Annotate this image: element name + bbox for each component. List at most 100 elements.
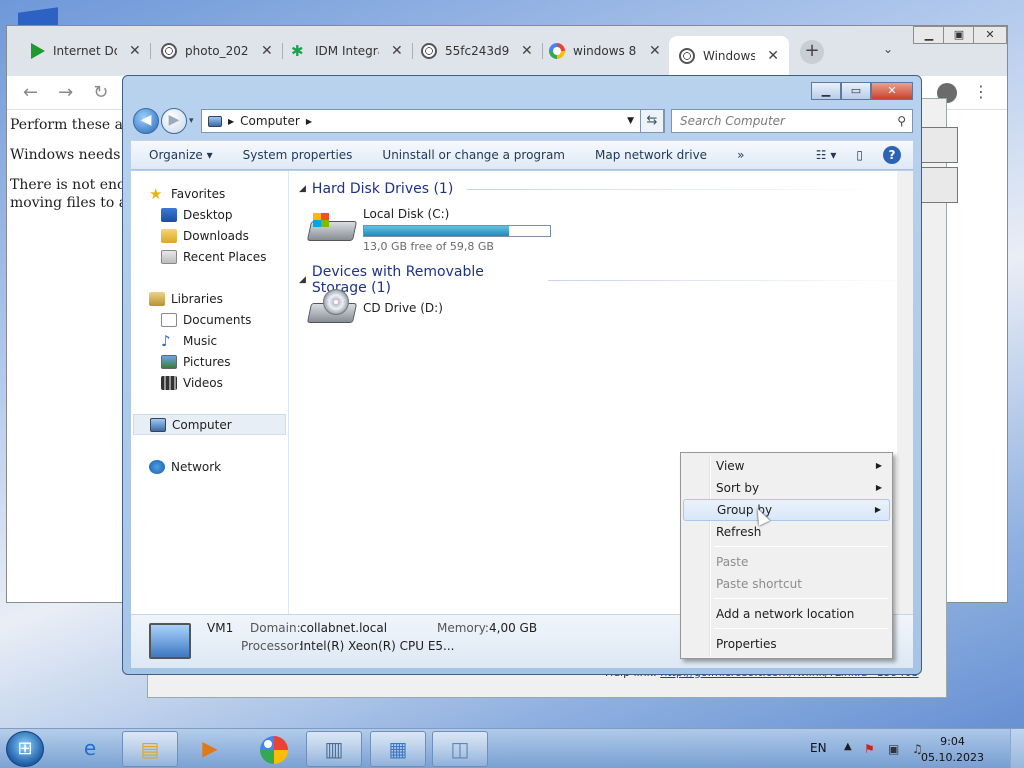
system-properties-button[interactable]: System properties <box>243 148 353 162</box>
dialog-button[interactable] <box>918 167 958 203</box>
computer-icon <box>208 115 222 127</box>
tab-idm-integration[interactable]: ✱ IDM Integra ✕ <box>281 36 413 66</box>
computer-icon <box>150 417 166 432</box>
nav-network[interactable]: Network <box>131 456 288 477</box>
menu-item-properties[interactable]: Properties <box>683 633 890 655</box>
file-explorer-icon[interactable]: ▤ <box>122 731 178 767</box>
menu-item-paste: Paste <box>716 555 749 569</box>
minimize-icon[interactable]: ▁ <box>811 82 841 100</box>
start-button[interactable]: ⊞ <box>6 731 44 767</box>
menu-item-sort-by[interactable]: Sort by ▶ <box>683 477 890 499</box>
nav-pictures[interactable]: Pictures <box>131 351 288 372</box>
address-bar[interactable]: ▶ Computer ▶ ▼ <box>201 109 665 133</box>
libraries-icon <box>149 291 165 306</box>
google-icon <box>549 43 565 59</box>
close-icon[interactable]: ✕ <box>261 43 273 59</box>
videos-icon <box>161 375 177 390</box>
maximize-icon[interactable]: ▣ <box>943 26 975 44</box>
navigation-pane: ★ Favorites Desktop Downloads Recent Plac… <box>131 171 289 614</box>
address-dropdown-icon[interactable]: ▼ <box>627 116 634 126</box>
media-player-icon[interactable]: ▶ <box>182 731 238 767</box>
idm-icon: ✱ <box>291 42 304 60</box>
nav-computer[interactable]: Computer <box>133 414 286 435</box>
chrome-icon[interactable] <box>246 731 302 767</box>
nav-label: Network <box>171 459 222 474</box>
language-indicator[interactable]: EN <box>810 741 827 755</box>
install-package-icon[interactable]: ▥ <box>306 731 362 767</box>
menu-item-group-by[interactable]: Group by ▶ <box>683 499 890 521</box>
search-icon[interactable]: ⚲ <box>897 110 906 132</box>
breadcrumb-arrow-icon[interactable]: ▶ <box>228 117 234 126</box>
back-arrow-icon[interactable]: ← <box>23 82 38 103</box>
preview-pane-icon[interactable]: ▯ <box>856 148 863 162</box>
recent-pages-dropdown[interactable]: ▾ <box>189 116 194 126</box>
nav-recent-places[interactable]: Recent Places <box>131 246 288 267</box>
close-icon[interactable]: ✕ <box>871 82 913 100</box>
tab-photo[interactable]: photo_2023 ✕ <box>151 36 283 66</box>
map-network-drive-button[interactable]: Map network drive <box>595 148 707 162</box>
nav-favorites[interactable]: ★ Favorites <box>131 183 288 204</box>
nav-label: Pictures <box>183 354 231 369</box>
help-icon[interactable]: ? <box>883 146 901 164</box>
minimize-icon[interactable]: ▁ <box>913 26 945 44</box>
collapse-triangle-icon[interactable]: ◢ <box>299 275 306 285</box>
nav-videos[interactable]: Videos <box>131 372 288 393</box>
search-input[interactable]: Search Computer ⚲ <box>671 109 913 133</box>
close-icon[interactable]: ✕ <box>767 48 779 64</box>
action-center-icon[interactable]: ⚑ <box>864 742 878 756</box>
menu-item-refresh[interactable]: Refresh <box>683 521 890 543</box>
group-hard-disk-drives[interactable]: ◢ Hard Disk Drives (1) <box>299 181 888 197</box>
close-icon[interactable]: ✕ <box>129 43 141 59</box>
breadcrumb-computer[interactable]: Computer <box>240 114 300 128</box>
nav-label: Computer <box>172 417 232 432</box>
control-panel-icon[interactable]: ▦ <box>370 731 426 767</box>
tab-google-windows8[interactable]: windows 8 ✕ <box>539 36 671 66</box>
tab-windows-in[interactable]: Windows In ✕ <box>669 36 789 76</box>
group-header-label: Hard Disk Drives (1) <box>311 181 454 197</box>
reload-icon[interactable]: ↻ <box>93 82 108 103</box>
menu-kebab-icon[interactable]: ⋮ <box>973 82 989 101</box>
dialog-button[interactable] <box>918 127 958 163</box>
nav-music[interactable]: ♪ Music <box>131 330 288 351</box>
uninstall-program-button[interactable]: Uninstall or change a program <box>382 148 565 162</box>
close-icon[interactable]: ✕ <box>649 43 661 59</box>
tab-55fc[interactable]: 55fc243d9c ✕ <box>411 36 543 66</box>
forward-button[interactable]: ▶ <box>161 108 187 134</box>
vertical-scrollbar[interactable] <box>897 171 913 614</box>
menu-item-add-network-location[interactable]: Add a network location <box>683 603 890 625</box>
show-desktop-button[interactable] <box>1010 729 1024 768</box>
menu-item-view[interactable]: View ▶ <box>683 455 890 477</box>
more-commands-button[interactable]: » <box>737 148 744 162</box>
recent-places-icon <box>161 249 177 264</box>
close-icon[interactable]: ✕ <box>391 43 403 59</box>
show-hidden-icons[interactable]: ▲ <box>844 741 852 752</box>
nav-documents[interactable]: Documents <box>131 309 288 330</box>
nav-libraries[interactable]: Libraries <box>131 288 288 309</box>
drive-name: CD Drive (D:) <box>363 301 443 315</box>
forward-arrow-icon[interactable]: → <box>58 82 73 103</box>
breadcrumb-arrow-icon[interactable]: ▶ <box>306 117 312 126</box>
refresh-button[interactable]: ⇆ <box>640 109 664 133</box>
drive-cd-d[interactable]: CD Drive (D:) <box>306 289 443 327</box>
new-tab-button[interactable]: + <box>800 40 824 64</box>
disk-cleanup-icon[interactable]: ◫ <box>432 731 488 767</box>
close-icon[interactable]: ✕ <box>521 43 533 59</box>
change-view-icon[interactable]: ☷ ▾ <box>816 148 837 162</box>
close-window-icon[interactable]: ✕ <box>973 26 1007 44</box>
tab-internet-download[interactable]: Internet Do ✕ <box>21 36 151 66</box>
collapse-triangle-icon[interactable]: ◢ <box>299 184 306 194</box>
nav-downloads[interactable]: Downloads <box>131 225 288 246</box>
maximize-icon[interactable]: ▭ <box>841 82 871 100</box>
drive-name: Local Disk (C:) <box>363 207 450 221</box>
computer-name: VM1 <box>207 621 234 635</box>
tab-label: Windows In <box>703 49 756 63</box>
clock[interactable]: 9:04 05.10.2023 <box>921 734 984 766</box>
globe-icon <box>161 43 177 59</box>
chevron-down-icon[interactable]: ⌄ <box>883 42 893 56</box>
nav-desktop[interactable]: Desktop <box>131 204 288 225</box>
back-button[interactable]: ◀ <box>133 108 159 134</box>
network-tray-icon[interactable]: ▣ <box>888 742 902 756</box>
internet-explorer-icon[interactable]: e <box>62 731 118 767</box>
drive-local-disk-c[interactable]: Local Disk (C:) 13,0 GB free of 59,8 GB <box>306 207 551 253</box>
organize-button[interactable]: Organize ▾ <box>149 148 213 162</box>
